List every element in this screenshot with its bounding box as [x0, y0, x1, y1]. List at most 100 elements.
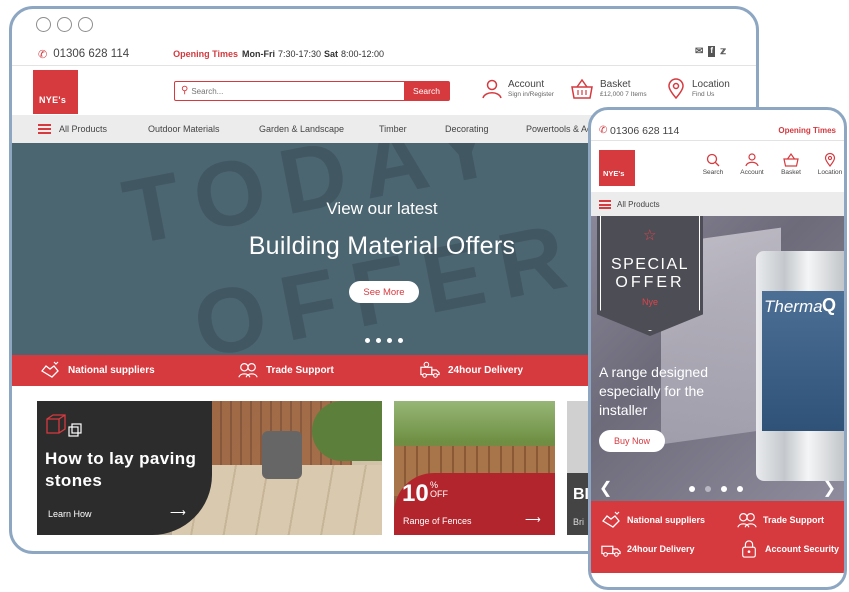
carousel-dot[interactable]: [737, 486, 743, 492]
card-sub-partial: Bri: [573, 517, 584, 527]
location-pin-icon: [824, 152, 836, 167]
basket-title: Basket: [600, 78, 631, 90]
mobile-icon-label: Basket: [781, 169, 801, 176]
mobile-icon-label: Search: [702, 169, 724, 176]
saturday-time: 8:00-12:00: [341, 49, 385, 59]
mobile-icon-label: Location: [817, 169, 843, 176]
phone-number[interactable]: 01306 628 114: [53, 48, 129, 60]
window-control-maximize[interactable]: [78, 17, 93, 32]
mobile-location-button[interactable]: Location: [815, 152, 844, 176]
mobile-nav: All Products: [591, 192, 844, 216]
card-title: How to lay paving stones: [45, 449, 197, 490]
opening-times-label: Opening Times: [173, 49, 238, 59]
mobile-phone-number[interactable]: 01306 628 114: [610, 125, 679, 137]
badge-brand: Nye: [641, 297, 658, 307]
see-more-button[interactable]: See More: [349, 281, 419, 303]
carousel-dot[interactable]: [705, 486, 711, 492]
discount-suffix: % OFF: [430, 481, 448, 499]
delivery-truck-icon: [601, 545, 621, 557]
mobile-account-button[interactable]: Account: [737, 153, 767, 176]
nav-all-products[interactable]: All Products: [59, 124, 107, 134]
carousel-dot[interactable]: [365, 338, 370, 343]
feature-label: 24hour Delivery: [627, 544, 695, 554]
nav-outdoor-materials[interactable]: Outdoor Materials: [148, 124, 220, 134]
star-icon: ☆: [643, 227, 657, 244]
feature-account-security: Account Security: [739, 540, 839, 558]
buy-now-button[interactable]: Buy Now: [599, 430, 665, 452]
card-title-partial: BI: [573, 486, 589, 503]
feature-national-suppliers: National suppliers: [601, 511, 705, 529]
off-label: OFF: [430, 489, 448, 499]
facebook-icon[interactable]: f: [708, 46, 716, 57]
nav-garden-landscape[interactable]: Garden & Landscape: [259, 124, 344, 134]
account-icon: [482, 79, 502, 99]
chevron-right-icon[interactable]: ❯: [823, 478, 836, 498]
carousel-dot[interactable]: [398, 338, 403, 343]
arrow-right-icon[interactable]: ⟶: [170, 506, 186, 519]
handshake-icon: [602, 511, 620, 528]
search-input[interactable]: [191, 82, 404, 100]
nav-powertools[interactable]: Powertools & Acc: [526, 124, 596, 134]
search-bar: ⚲ Search: [174, 81, 450, 101]
search-icon: [706, 153, 720, 167]
twitter-icon[interactable]: 𝕫: [720, 46, 726, 57]
logo-text: NYE's: [603, 169, 625, 178]
carousel-dot[interactable]: [376, 338, 381, 343]
hamburger-icon[interactable]: [599, 200, 611, 209]
hamburger-icon[interactable]: [38, 124, 51, 134]
chevron-left-icon[interactable]: ❮: [599, 478, 612, 498]
badge-line1: SPECIAL: [610, 256, 690, 273]
social-links: ✉ f 𝕫: [695, 46, 726, 57]
basket-icon: [571, 78, 593, 99]
top-info-bar: ✆ 01306 628 114 Opening Times Mon-Fri 7:…: [12, 43, 756, 65]
feature-label: Account Security: [765, 544, 840, 554]
nav-timber[interactable]: Timber: [379, 124, 407, 134]
nyes-logo[interactable]: NYE's: [599, 150, 635, 186]
weekday-label: Mon-Fri: [241, 49, 275, 59]
account-icon: [745, 153, 759, 167]
mobile-opening-times[interactable]: Opening Times: [778, 126, 836, 135]
people-icon: [238, 363, 258, 378]
discount-percent: 10: [402, 480, 429, 507]
mobile-basket-button[interactable]: Basket: [776, 152, 806, 176]
email-icon[interactable]: ✉: [695, 46, 703, 57]
card-fences-offer[interactable]: 10 % OFF Range of Fences ⟶: [394, 401, 555, 535]
weekday-time: 7:30-17:30: [277, 49, 322, 59]
mobile-hero-banner: Therma Q ☆ SPECIAL OFFER Nye A range des…: [591, 216, 844, 501]
learn-how-link[interactable]: Learn How: [48, 509, 92, 519]
location-link[interactable]: Location Find Us: [666, 78, 730, 100]
nav-decorating[interactable]: Decorating: [445, 124, 489, 134]
feature-label: Trade Support: [266, 364, 334, 376]
mobile-all-products[interactable]: All Products: [617, 200, 660, 209]
mobile-top-bar: ✆ 01306 628 114 Opening Times: [591, 124, 844, 140]
basket-link[interactable]: Basket £12,000 7 Items: [570, 78, 647, 99]
account-link[interactable]: Account Sign in/Register: [482, 79, 554, 99]
window-control-close[interactable]: [36, 17, 51, 32]
feature-national-suppliers: National suppliers: [40, 361, 155, 379]
carousel-dot[interactable]: [721, 486, 727, 492]
lock-icon: [742, 540, 756, 558]
feature-label: National suppliers: [68, 364, 155, 376]
mobile-header: NYE's Search Account Basket Location: [591, 140, 844, 188]
mobile-search-button[interactable]: Search: [698, 153, 728, 176]
card-text: Range of Fences: [403, 516, 472, 526]
account-title: Account: [508, 78, 545, 90]
carousel-dot[interactable]: [689, 486, 695, 492]
people-icon: [737, 513, 757, 528]
mobile-window: ✆ 01306 628 114 Opening Times NYE's Sear…: [588, 107, 847, 590]
arrow-right-icon[interactable]: ⟶: [525, 513, 541, 526]
feature-trade-support: Trade Support: [238, 361, 334, 379]
card-paving-stones[interactable]: How to lay paving stones Learn How ⟶: [37, 401, 382, 535]
window-control-minimize[interactable]: [57, 17, 72, 32]
search-icon: ⚲: [181, 85, 189, 96]
handshake-icon: [41, 361, 59, 378]
basket-subtitle: £12,000 7 Items: [600, 90, 647, 98]
product-brand: Therma: [764, 297, 823, 316]
card-dark-overlay: How to lay paving stones Learn How ⟶: [37, 401, 212, 535]
search-button[interactable]: Search: [404, 82, 449, 100]
product-image-insulation-roll: Therma Q: [756, 251, 844, 481]
nyes-logo[interactable]: NYE's: [33, 70, 78, 114]
carousel-dot[interactable]: [387, 338, 392, 343]
card-image-plants: [312, 401, 382, 461]
card-image-planter: [262, 431, 302, 479]
